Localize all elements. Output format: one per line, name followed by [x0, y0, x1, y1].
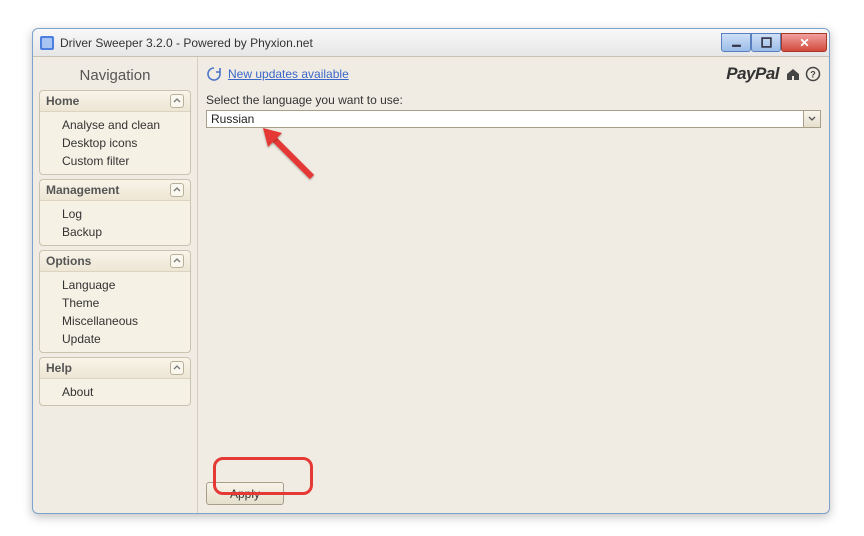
panel-title: Help	[46, 361, 72, 375]
refresh-icon[interactable]	[206, 66, 222, 82]
language-label: Select the language you want to use:	[206, 93, 821, 107]
sidebar-item-about[interactable]: About	[62, 383, 190, 401]
chevron-up-icon	[170, 94, 184, 108]
maximize-button[interactable]	[751, 33, 781, 52]
app-icon	[39, 35, 55, 51]
window-controls	[721, 34, 827, 52]
updates-link[interactable]: New updates available	[228, 67, 349, 81]
sidebar-item-desktop-icons[interactable]: Desktop icons	[62, 134, 190, 152]
sidebar-item-custom-filter[interactable]: Custom filter	[62, 152, 190, 170]
panel-home: Home Analyse and clean Desktop icons Cus…	[39, 90, 191, 175]
sidebar-title: Navigation	[39, 63, 191, 90]
app-window: Driver Sweeper 3.2.0 - Powered by Phyxio…	[32, 28, 830, 514]
sidebar-item-backup[interactable]: Backup	[62, 223, 190, 241]
panel-head-home[interactable]: Home	[40, 91, 190, 112]
home-icon[interactable]	[785, 66, 801, 82]
language-value: Russian	[206, 110, 804, 128]
window-title: Driver Sweeper 3.2.0 - Powered by Phyxio…	[60, 36, 721, 50]
language-select[interactable]: Russian	[206, 110, 821, 128]
panel-title: Home	[46, 94, 79, 108]
sidebar-item-theme[interactable]: Theme	[62, 294, 190, 312]
panel-options: Options Language Theme Miscellaneous Upd…	[39, 250, 191, 353]
panel-head-management[interactable]: Management	[40, 180, 190, 201]
sidebar-item-language[interactable]: Language	[62, 276, 190, 294]
topbar: New updates available PayPal ?	[206, 63, 821, 85]
panel-title: Management	[46, 183, 119, 197]
help-icon[interactable]: ?	[805, 66, 821, 82]
main-pane: New updates available PayPal ? Select th…	[198, 57, 829, 513]
panel-head-help[interactable]: Help	[40, 358, 190, 379]
apply-button[interactable]: Apply	[206, 482, 284, 505]
panel-head-options[interactable]: Options	[40, 251, 190, 272]
sidebar-item-miscellaneous[interactable]: Miscellaneous	[62, 312, 190, 330]
close-button[interactable]	[781, 33, 827, 52]
minimize-button[interactable]	[721, 33, 751, 52]
sidebar-item-analyse[interactable]: Analyse and clean	[62, 116, 190, 134]
paypal-label[interactable]: PayPal	[726, 64, 779, 84]
panel-help: Help About	[39, 357, 191, 406]
chevron-down-icon	[808, 115, 816, 123]
sidebar-item-log[interactable]: Log	[62, 205, 190, 223]
svg-text:?: ?	[810, 70, 816, 80]
dropdown-button[interactable]	[804, 110, 821, 128]
chevron-up-icon	[170, 183, 184, 197]
panel-title: Options	[46, 254, 91, 268]
panel-management: Management Log Backup	[39, 179, 191, 246]
sidebar: Navigation Home Analyse and clean Deskto…	[33, 57, 198, 513]
sidebar-item-update[interactable]: Update	[62, 330, 190, 348]
chevron-up-icon	[170, 361, 184, 375]
chevron-up-icon	[170, 254, 184, 268]
titlebar: Driver Sweeper 3.2.0 - Powered by Phyxio…	[33, 29, 829, 57]
